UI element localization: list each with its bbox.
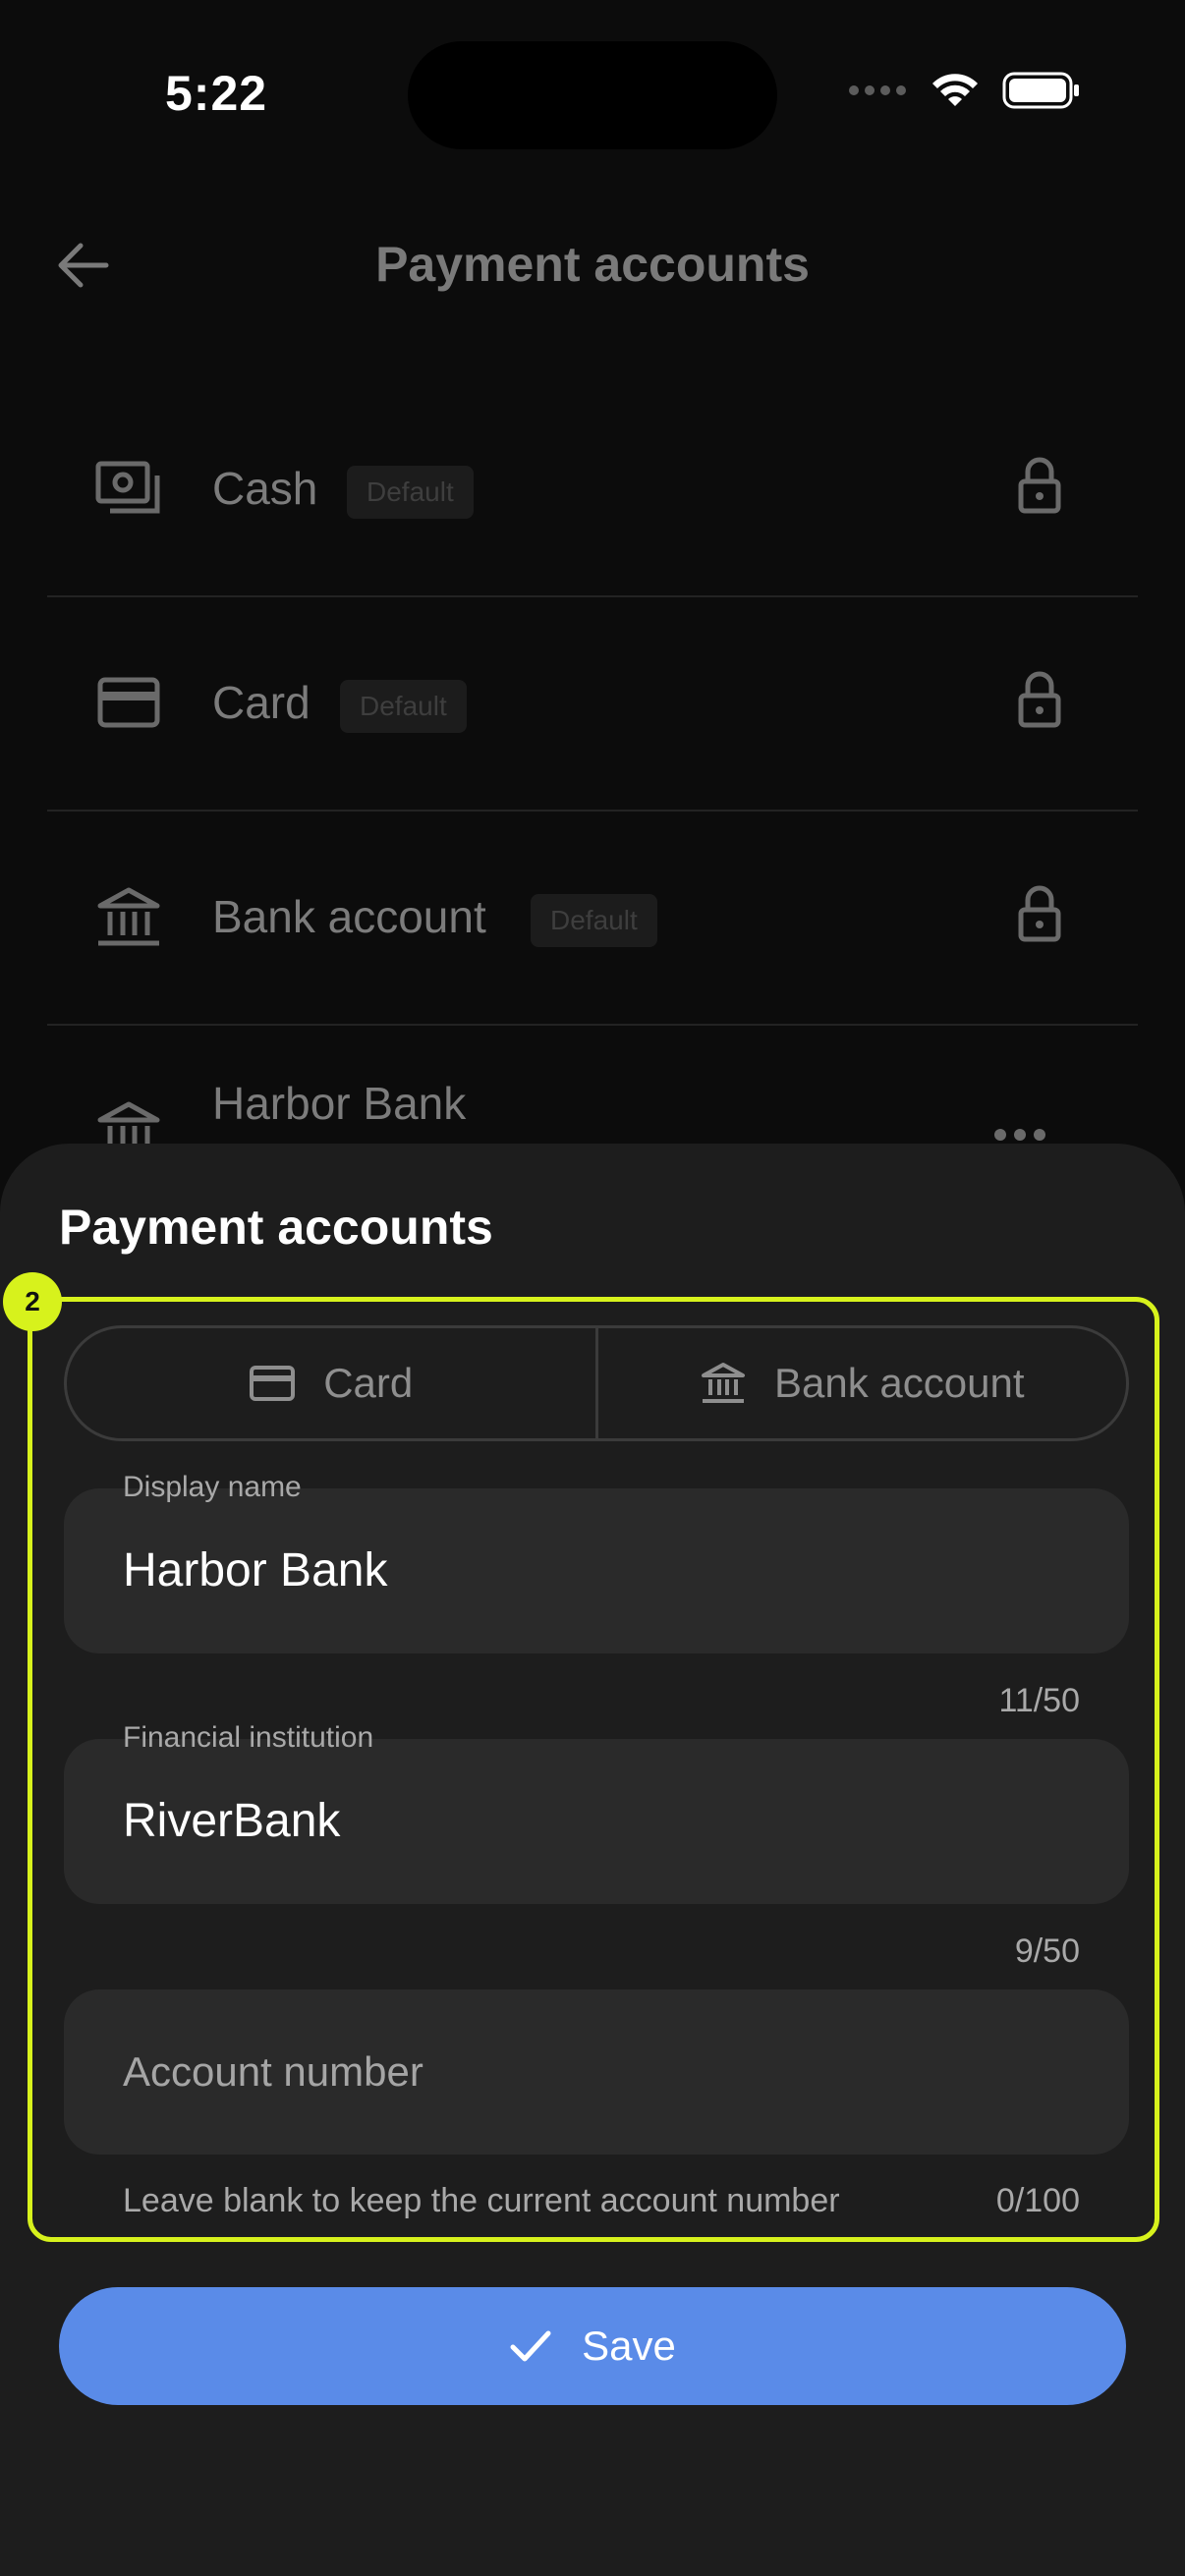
display-name-input[interactable]: Harbor Bank: [123, 1543, 387, 1597]
card-icon: [97, 677, 160, 728]
lock-icon: [1018, 885, 1061, 942]
account-label: Harbor Bank: [212, 1078, 467, 1129]
type-option-card[interactable]: Card: [67, 1328, 595, 1438]
account-number-input[interactable]: Account number: [123, 2048, 423, 2096]
institution-input[interactable]: RiverBank: [123, 1794, 340, 1848]
display-name-counter: 11/50: [998, 1682, 1080, 1719]
account-number-helper: Leave blank to keep the current account …: [123, 2182, 840, 2219]
account-label: Card: [212, 677, 310, 728]
account-row-bank[interactable]: Bank account Default: [47, 812, 1138, 1026]
institution-field[interactable]: RiverBank: [64, 1739, 1129, 1904]
account-label: Bank account: [212, 891, 486, 942]
card-icon: [250, 1366, 296, 1401]
check-icon: [510, 2330, 551, 2362]
background-page: Payment accounts Cash Default Card Defau…: [0, 0, 1185, 1179]
screen: 5:22 Payment accounts Cash Default Card …: [0, 0, 1185, 2576]
save-button[interactable]: Save: [59, 2287, 1126, 2405]
save-label: Save: [582, 2323, 676, 2369]
cash-icon: [95, 461, 160, 514]
type-option-label: Card: [323, 1360, 414, 1406]
lock-icon: [1018, 457, 1061, 514]
bank-icon: [97, 887, 160, 946]
institution-label: Financial institution: [123, 1721, 374, 1754]
account-row-cash[interactable]: Cash Default: [47, 383, 1138, 597]
account-number-counter: 0/100: [995, 2182, 1080, 2219]
account-type-toggle: Card Bank account: [64, 1325, 1129, 1441]
institution-counter: 9/50: [1014, 1932, 1080, 1970]
step-badge: 2: [3, 1272, 62, 1331]
account-number-field[interactable]: Account number: [64, 1989, 1129, 2155]
type-option-label: Bank account: [773, 1360, 1025, 1406]
display-name-label: Display name: [123, 1471, 302, 1503]
default-badge: Default: [531, 894, 657, 947]
default-badge: Default: [347, 466, 474, 519]
lock-icon: [1018, 671, 1061, 728]
bottom-sheet: Payment accounts 2 Card Bank account Har…: [0, 1144, 1185, 2576]
account-row-card[interactable]: Card Default: [47, 597, 1138, 812]
display-name-field[interactable]: Harbor Bank: [64, 1488, 1129, 1653]
bank-icon: [701, 1363, 745, 1403]
type-option-bank-account[interactable]: Bank account: [594, 1328, 1127, 1438]
account-label: Cash: [212, 463, 318, 514]
sheet-title: Payment accounts: [59, 1200, 493, 1255]
default-badge: Default: [340, 680, 467, 733]
more-icon[interactable]: [992, 1125, 1047, 1145]
page-title: Payment accounts: [375, 237, 810, 292]
form-highlight: 2 Card Bank account Harbor Bank Display …: [3, 1272, 1159, 2242]
